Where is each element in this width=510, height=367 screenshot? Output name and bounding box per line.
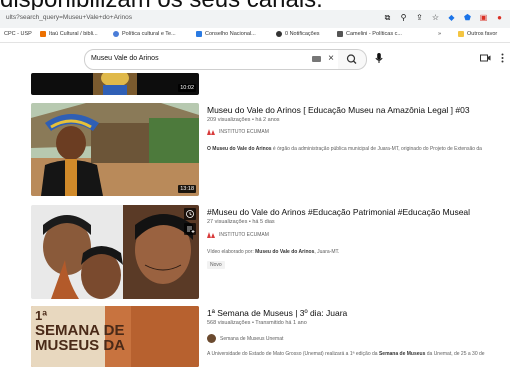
- keyboard-icon[interactable]: [312, 56, 321, 62]
- instituto-ecumam-logo: [207, 129, 215, 135]
- video-thumbnail-4[interactable]: 1ª SEMANA DE MUSEUS DA: [31, 306, 199, 367]
- camelini-icon: [337, 31, 343, 37]
- video-thumbnail-2[interactable]: 13:18: [31, 103, 199, 196]
- video-thumbnail-1[interactable]: 10:02: [31, 73, 199, 95]
- video-meta: 27 visualizações • há 5 dias: [207, 219, 275, 225]
- video-title[interactable]: Museu do Vale do Arinos [ Educação Museu…: [207, 105, 470, 115]
- video-thumbnail-3[interactable]: [31, 205, 199, 299]
- bookmark-politica-cultural[interactable]: Política cultural e Te...: [113, 31, 176, 37]
- more-vertical-icon[interactable]: [501, 53, 504, 63]
- bookmarks-bar: CPC - USP Itaú Cultural / bibli... Polít…: [0, 28, 510, 43]
- bookmark-outros[interactable]: Outros favor: [458, 31, 497, 37]
- header-actions: [480, 53, 504, 63]
- star-icon[interactable]: ☆: [431, 13, 440, 22]
- video-description: Vídeo elaborado por: Museu do Vale do Ar…: [207, 249, 340, 255]
- search-button[interactable]: [338, 49, 367, 70]
- extension-red-icon[interactable]: ●: [495, 13, 504, 22]
- bookmark-notificacoes[interactable]: 0 Notificações: [276, 31, 320, 37]
- screenshot-icon[interactable]: ⧉: [383, 13, 392, 22]
- thumbnail-1-image: [31, 73, 199, 95]
- instituto-ecumam-logo: [207, 232, 215, 238]
- extension-mail-icon[interactable]: ▣: [479, 13, 488, 22]
- globe-icon: [113, 31, 119, 37]
- clear-search-icon[interactable]: ×: [328, 53, 334, 65]
- video-description: A Universidade do Estado de Mato Grosso …: [207, 351, 485, 357]
- browser-address-bar[interactable]: ults?search_query=Museu+Vale+do+Arinos ⧉…: [0, 10, 510, 28]
- video-description: O Museu do Vale do Arinos é órgão da adm…: [207, 146, 482, 152]
- bookmark-itau[interactable]: Itaú Cultural / bibli...: [40, 31, 98, 37]
- thumbnail-2-image: [31, 103, 199, 196]
- video-duration: 10:02: [178, 84, 196, 92]
- video-duration: 13:18: [178, 185, 196, 193]
- video-title[interactable]: 1ª Semana de Museus | 3º dia: Juara: [207, 308, 347, 318]
- bookmarks-overflow[interactable]: »: [438, 31, 441, 37]
- new-badge: Novo: [207, 261, 225, 269]
- url-text: ults?search_query=Museu+Vale+do+Arinos: [6, 14, 132, 21]
- extension-shield-icon[interactable]: ⬟: [463, 13, 472, 22]
- video-meta: 209 visualizações • há 2 anos: [207, 117, 280, 123]
- bookmark-cpc-usp[interactable]: CPC - USP: [4, 31, 32, 37]
- thumbnail-text-line-3: MUSEUS DA: [35, 337, 126, 354]
- star-bookmark-icon: [196, 31, 202, 37]
- share-icon[interactable]: ⇪: [415, 13, 424, 22]
- search-icon: [346, 54, 357, 64]
- itau-icon: [40, 31, 46, 37]
- folder-icon: [458, 31, 464, 37]
- watch-later-icon[interactable]: [184, 208, 196, 220]
- channel-name[interactable]: INSTITUTO ECUMAM: [207, 129, 269, 135]
- video-title[interactable]: #Museu do Vale do Arinos #Educação Patri…: [207, 207, 470, 217]
- thumbnail-text-line-2: SEMANA DE: [35, 322, 125, 339]
- channel-name[interactable]: Semana de Museus Unemat: [207, 334, 283, 343]
- browser-toolbar-icons: ⧉ ⚲ ⇪ ☆ ◆ ⬟ ▣ ●: [383, 13, 504, 22]
- microphone-icon[interactable]: [372, 51, 386, 65]
- extension-diamond-icon[interactable]: ◆: [447, 13, 456, 22]
- bookmark-camelini[interactable]: Camelini - Políticas c...: [337, 31, 402, 37]
- thumbnail-text-line-1: 1ª: [35, 308, 48, 323]
- search-input[interactable]: Museu Vale do Arinos ×: [84, 49, 340, 70]
- zoom-icon[interactable]: ⚲: [399, 13, 408, 22]
- create-video-icon[interactable]: [480, 53, 491, 63]
- video-meta: 568 visualizações • Transmitido há 1 ano: [207, 320, 307, 326]
- channel-avatar: [207, 334, 216, 343]
- channel-name[interactable]: INSTITUTO ECUMAM: [207, 232, 269, 238]
- search-query: Museu Vale do Arinos: [91, 55, 159, 62]
- add-to-queue-icon[interactable]: [184, 223, 196, 235]
- thumbnail-3-image: [31, 205, 199, 299]
- github-icon: [276, 31, 282, 37]
- bookmark-conselho[interactable]: Conselho Nacional...: [196, 31, 256, 37]
- youtube-header: Museu Vale do Arinos ×: [0, 43, 510, 73]
